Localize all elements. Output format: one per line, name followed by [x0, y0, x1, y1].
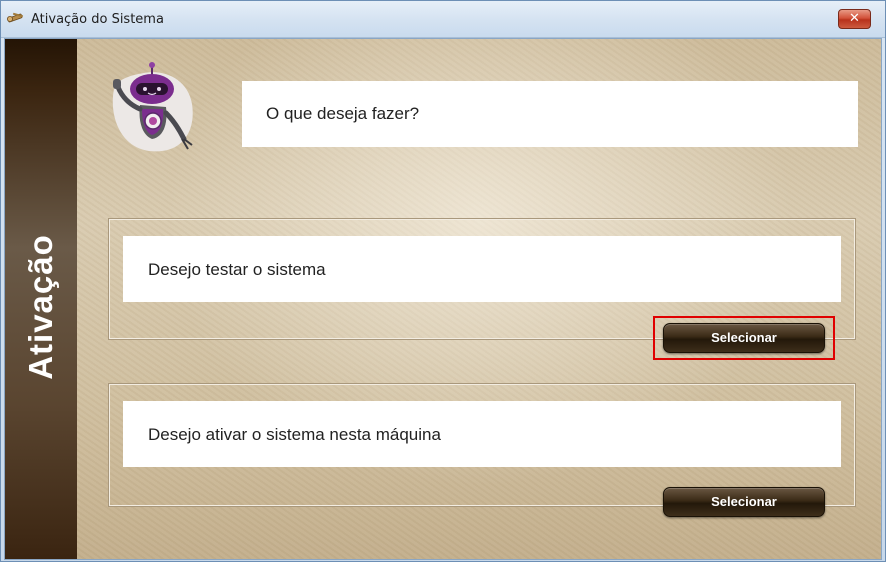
activation-window: Ativação do Sistema ✕ Ativação O que des… — [0, 0, 886, 562]
client-area: Ativação O que deseja fazer? Desejo test… — [4, 38, 882, 560]
sidebar: Ativação — [5, 39, 77, 559]
option-activate-box: Desejo ativar o sistema nesta máquina — [123, 401, 841, 467]
select-test-button[interactable]: Selecionar — [663, 323, 825, 353]
content-panel: O que deseja fazer? Desejo testar o sist… — [77, 39, 881, 559]
title-bar[interactable]: Ativação do Sistema ✕ — [1, 1, 885, 38]
option-activate-text: Desejo ativar o sistema nesta máquina — [148, 425, 441, 444]
option-test-text: Desejo testar o sistema — [148, 260, 326, 279]
close-button[interactable]: ✕ — [838, 9, 871, 29]
robot-mascot-icon — [112, 62, 193, 152]
select-activate-button[interactable]: Selecionar — [663, 487, 825, 517]
keys-icon — [7, 12, 24, 23]
option-test-box: Desejo testar o sistema — [123, 236, 841, 302]
window-title: Ativação do Sistema — [31, 12, 164, 27]
question-text: O que deseja fazer? — [266, 104, 420, 123]
sidebar-title: Ativação — [22, 234, 59, 380]
question-box: O que deseja fazer? — [242, 81, 858, 147]
